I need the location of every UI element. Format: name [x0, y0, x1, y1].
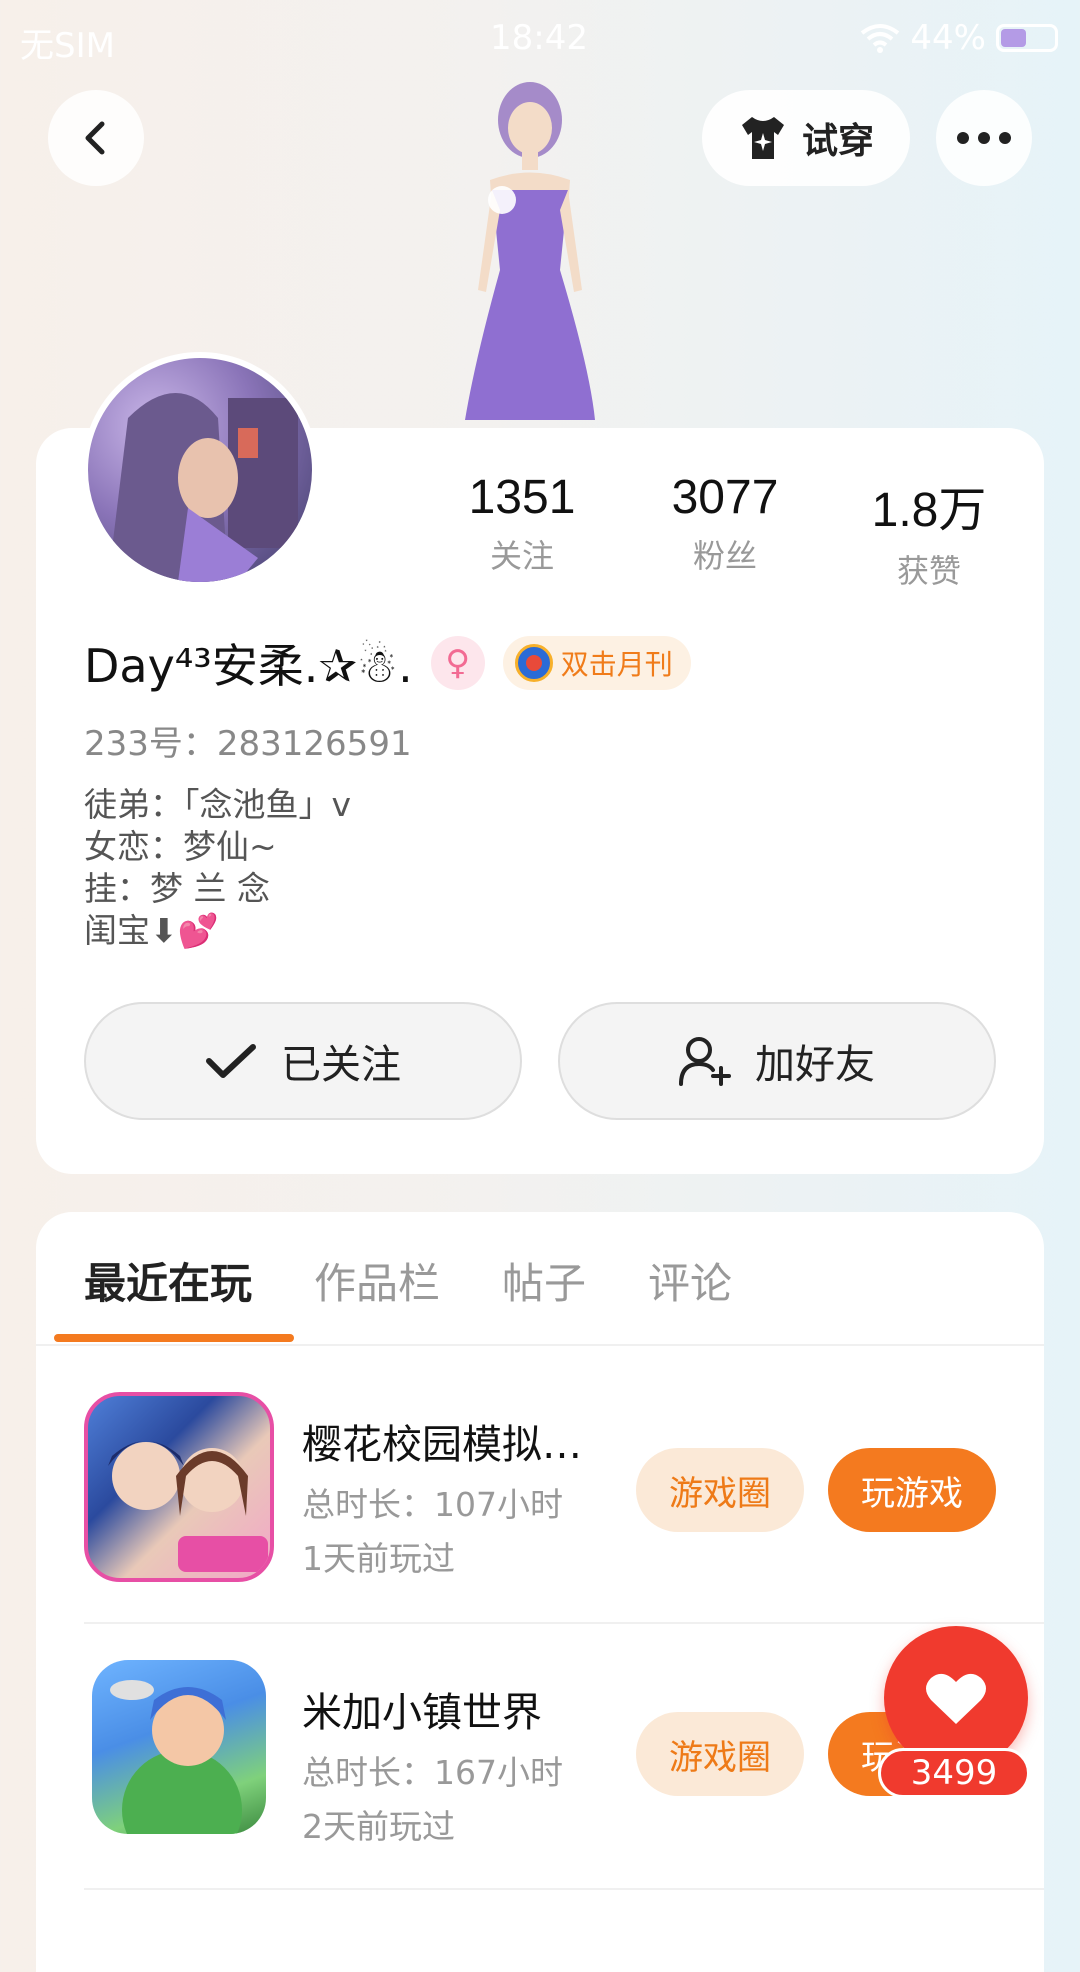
tab-comments[interactable]: 评论: [648, 1250, 732, 1311]
bio-line: 闺宝⬇💕: [84, 911, 219, 950]
try-on-label: 试穿: [801, 121, 874, 162]
play-game-button[interactable]: 玩游戏: [828, 1448, 996, 1532]
bio: 徒弟：「念池鱼」v 女恋：梦仙~ 挂：梦 兰 念 闺宝⬇💕: [84, 784, 351, 952]
gender-female-icon: ♀: [430, 636, 485, 690]
check-icon: [206, 1044, 256, 1078]
stat-value: 3077: [671, 471, 779, 524]
back-button[interactable]: [48, 90, 144, 186]
like-count: 3499: [878, 1748, 1030, 1798]
game-row[interactable]: 樱花校园模拟… 总时长：107小时 1天前玩过 游戏圈 玩游戏: [84, 1392, 1044, 1592]
game-duration: 总时长：107小时: [302, 1485, 563, 1524]
add-friend-label: 加好友: [755, 1042, 875, 1088]
stat-likes[interactable]: 1.8万 获赞: [829, 470, 1029, 592]
try-on-button[interactable]: 试穿: [702, 90, 910, 186]
bio-line: 徒弟：「念池鱼」v: [84, 785, 352, 824]
avatar-image: [108, 393, 298, 582]
chevron-left-icon: [85, 121, 105, 155]
game-circle-button[interactable]: 游戏圈: [636, 1712, 804, 1796]
status-right: 44%: [860, 18, 1058, 58]
nickname: Day⁴³安柔.✰☃.: [84, 639, 413, 693]
shirt-icon: [741, 117, 784, 159]
bio-line: 女恋：梦仙~: [84, 827, 277, 866]
bio-line: 挂：梦 兰 念: [84, 869, 270, 908]
carrier-text: 无SIM: [20, 26, 115, 66]
game-title: 米加小镇世界: [302, 1690, 542, 1736]
battery-percent: 44%: [910, 18, 986, 58]
add-friend-button[interactable]: 加好友: [558, 1002, 996, 1120]
active-tab-indicator: [54, 1334, 294, 1342]
game-circle-button[interactable]: 游戏圈: [636, 1448, 804, 1532]
game-last-played: 1天前玩过: [302, 1539, 455, 1578]
clock: 18:42: [490, 18, 588, 58]
game-icon-sakura[interactable]: [84, 1392, 274, 1582]
add-user-icon: [679, 1037, 731, 1086]
battery-icon: [996, 24, 1058, 52]
stat-label: 粉丝: [692, 537, 757, 575]
tab-recent-playing[interactable]: 最近在玩: [84, 1250, 252, 1311]
stat-fans[interactable]: 3077 粉丝: [625, 470, 825, 577]
user-id[interactable]: 233号：283126591: [84, 716, 412, 765]
stat-following[interactable]: 1351 关注: [422, 470, 622, 577]
medal-badge[interactable]: 双击月刊: [502, 636, 691, 690]
more-dots-icon: [957, 132, 1011, 144]
followed-label: 已关注: [281, 1042, 401, 1088]
game-duration: 总时长：167小时: [302, 1753, 563, 1792]
more-button[interactable]: [936, 90, 1032, 186]
tab-posts[interactable]: 帖子: [502, 1250, 586, 1311]
divider: [36, 1344, 1044, 1346]
divider: [84, 1622, 1044, 1624]
stat-label: 关注: [489, 537, 554, 575]
tab-works[interactable]: 作品栏: [314, 1250, 440, 1311]
game-last-played: 2天前玩过: [302, 1807, 455, 1846]
stat-label: 获赞: [896, 552, 961, 590]
wifi-icon: [860, 23, 900, 53]
medal-label: 双击月刊: [560, 648, 673, 681]
game-icon-miga-town[interactable]: [92, 1660, 266, 1834]
stat-value: 1.8万: [871, 484, 987, 537]
status-bar: 无SIM 18:42 44%: [0, 0, 1080, 76]
stat-value: 1351: [468, 471, 576, 524]
heart-icon: [926, 1673, 986, 1724]
followed-button[interactable]: 已关注: [84, 1002, 522, 1120]
medal-icon: [514, 644, 553, 682]
tab-bar: 最近在玩 作品栏 帖子 评论: [84, 1250, 732, 1311]
game-title: 樱花校园模拟…: [302, 1422, 582, 1468]
divider: [84, 1888, 1044, 1890]
nickname-row: Day⁴³安柔.✰☃. ♀ 双击月刊: [84, 630, 691, 696]
avatar[interactable]: [82, 352, 318, 588]
avatar-character-image: [465, 82, 595, 420]
